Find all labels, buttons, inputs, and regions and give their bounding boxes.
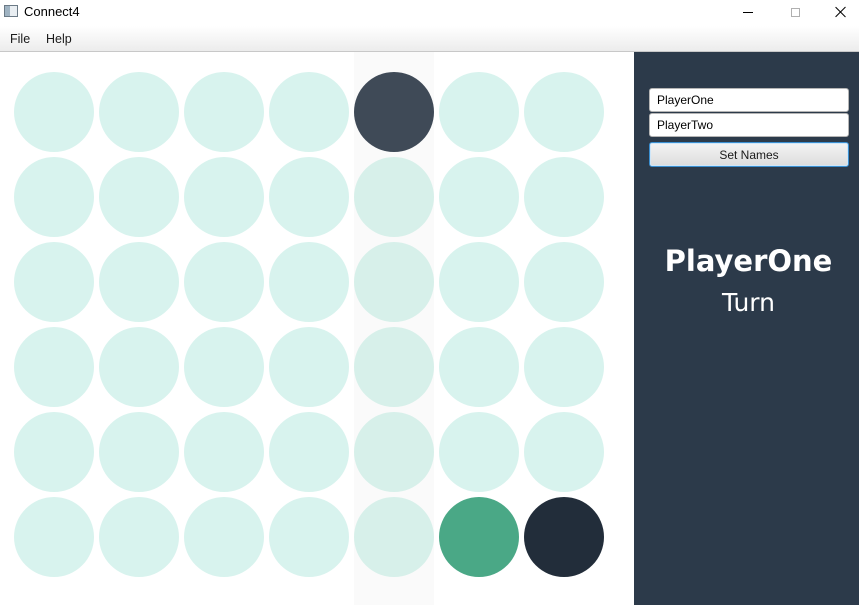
empty-slot[interactable] [269,497,349,577]
empty-slot[interactable] [99,242,179,322]
turn-label: Turn [721,288,775,317]
empty-slot[interactable] [99,157,179,237]
close-button[interactable] [818,0,859,24]
player-two-disc[interactable] [439,497,519,577]
empty-slot[interactable] [99,497,179,577]
empty-slot[interactable] [184,497,264,577]
empty-slot[interactable] [99,327,179,407]
maximize-icon [790,7,800,17]
empty-slot[interactable] [524,412,604,492]
minimize-button[interactable] [725,0,771,24]
set-names-button[interactable]: Set Names [649,142,849,167]
game-board[interactable] [0,52,634,605]
side-panel: Set Names PlayerOne Turn [634,52,859,605]
player-one-disc[interactable] [524,497,604,577]
empty-slot[interactable] [524,242,604,322]
empty-slot[interactable] [524,157,604,237]
empty-slot[interactable] [354,327,434,407]
menu-bar: File Help [0,26,859,52]
player-one-name-field[interactable] [649,88,849,112]
empty-slot[interactable] [439,157,519,237]
empty-slot[interactable] [99,412,179,492]
empty-slot[interactable] [439,72,519,152]
empty-slot[interactable] [184,242,264,322]
app-window-icon [4,5,18,17]
title-bar: Connect4 [0,0,859,26]
empty-slot[interactable] [184,412,264,492]
empty-slot[interactable] [269,242,349,322]
maximize-button[interactable] [772,0,818,24]
empty-slot[interactable] [524,72,604,152]
menu-help[interactable]: Help [46,32,72,46]
empty-slot[interactable] [99,72,179,152]
empty-slot[interactable] [269,72,349,152]
empty-slot[interactable] [439,412,519,492]
empty-slot[interactable] [354,497,434,577]
empty-slot[interactable] [354,157,434,237]
empty-slot[interactable] [269,157,349,237]
empty-slot[interactable] [439,327,519,407]
empty-slot[interactable] [14,72,94,152]
empty-slot[interactable] [524,327,604,407]
minimize-icon [743,11,753,13]
empty-slot[interactable] [184,327,264,407]
empty-slot[interactable] [269,412,349,492]
empty-slot[interactable] [14,412,94,492]
empty-slot[interactable] [14,242,94,322]
empty-slot[interactable] [354,242,434,322]
current-player-name: PlayerOne [664,244,833,278]
connect4-window: Connect4 File Help Set Names PlayerOne T… [0,0,859,605]
empty-slot[interactable] [354,412,434,492]
empty-slot[interactable] [439,242,519,322]
close-icon [835,6,847,18]
menu-file[interactable]: File [10,32,30,46]
empty-slot[interactable] [14,327,94,407]
empty-slot[interactable] [184,157,264,237]
empty-slot[interactable] [14,497,94,577]
player-one-preview-disc[interactable] [354,72,434,152]
empty-slot[interactable] [184,72,264,152]
empty-slot[interactable] [269,327,349,407]
player-two-name-field[interactable] [649,113,849,137]
window-title: Connect4 [24,4,80,19]
empty-slot[interactable] [14,157,94,237]
